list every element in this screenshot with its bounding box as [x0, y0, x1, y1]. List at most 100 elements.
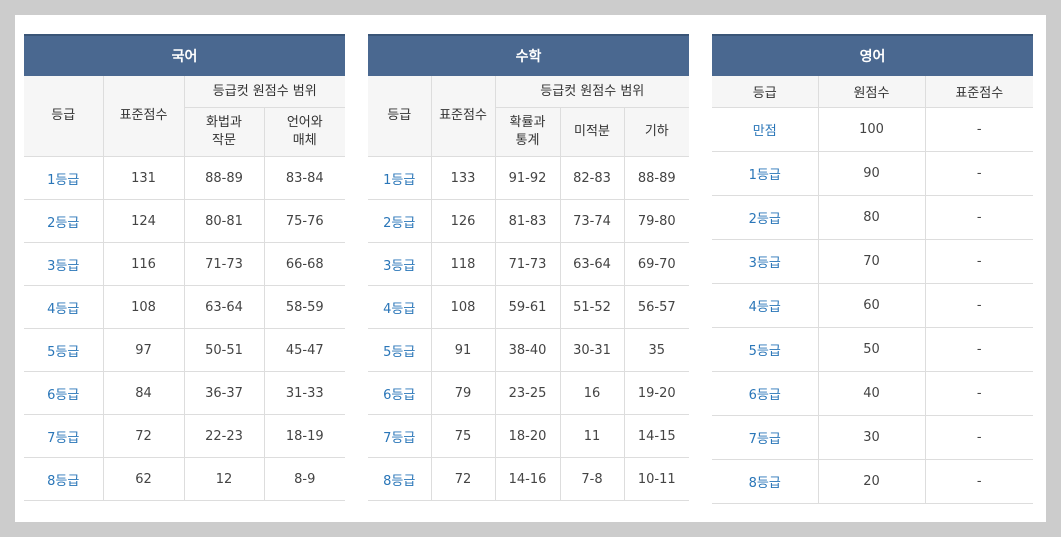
english-grade-link[interactable]: 1등급 [749, 168, 781, 183]
english-grade-link[interactable]: 3등급 [749, 256, 781, 271]
math-c-cell: 88-89 [623, 156, 690, 200]
english-raw-cell: 100 [817, 107, 925, 152]
english-grade-link[interactable]: 6등급 [749, 388, 781, 403]
english-std-cell: - [924, 151, 1034, 196]
korean-table-row: 4등급 108 63-64 58-59 [24, 285, 346, 329]
korean-grade-cell: 3등급 [24, 242, 103, 286]
korean-std-cell: 116 [102, 242, 184, 286]
math-table-row: 8등급 72 14-16 7-8 10-11 [368, 457, 690, 501]
english-std-cell: - [924, 195, 1034, 240]
math-table-row: 4등급 108 59-61 51-52 56-57 [368, 285, 690, 329]
english-raw-cell: 80 [817, 195, 925, 240]
english-raw-cell: 20 [817, 459, 925, 504]
korean-table-row: 5등급 97 50-51 45-47 [24, 328, 346, 372]
english-title: 영어 [712, 34, 1034, 76]
math-grade-link[interactable]: 4등급 [383, 302, 415, 317]
english-table-row: 4등급 60- [712, 283, 1034, 328]
korean-grade-link[interactable]: 5등급 [47, 345, 79, 360]
math-table-row: 3등급 118 71-73 63-64 69-70 [368, 242, 690, 286]
math-c-cell: 10-11 [623, 457, 690, 501]
korean-std-cell: 84 [102, 371, 184, 415]
korean-grade-link[interactable]: 1등급 [47, 173, 79, 188]
korean-a-cell: 88-89 [183, 156, 264, 200]
korean-grade-link[interactable]: 2등급 [47, 216, 79, 231]
korean-b-cell: 66-68 [263, 242, 346, 286]
korean-a-cell: 36-37 [183, 371, 264, 415]
english-grade-cell: 7등급 [712, 415, 818, 460]
math-sub-geometry: 기하 [623, 107, 690, 157]
korean-grade-link[interactable]: 4등급 [47, 302, 79, 317]
english-grade-cell: 4등급 [712, 283, 818, 328]
math-table-row: 7등급 75 18-20 11 14-15 [368, 414, 690, 458]
english-grade-cell: 6등급 [712, 371, 818, 416]
math-a-cell: 81-83 [494, 199, 560, 243]
math-a-cell: 38-40 [494, 328, 560, 372]
math-b-cell: 73-74 [559, 199, 624, 243]
math-c-cell: 19-20 [623, 371, 690, 415]
math-grade-cell: 3등급 [368, 242, 431, 286]
math-a-cell: 71-73 [494, 242, 560, 286]
korean-b-cell: 31-33 [263, 371, 346, 415]
korean-b-cell: 45-47 [263, 328, 346, 372]
english-grade-link[interactable]: 4등급 [749, 300, 781, 315]
english-std-cell: - [924, 459, 1034, 504]
math-grade-link[interactable]: 2등급 [383, 216, 415, 231]
korean-grade-cell: 5등급 [24, 328, 103, 372]
content-panel: 국어 등급 표준점수 등급컷 원점수 범위 화법과 작문 언어와 매체 1등급 1… [15, 15, 1046, 522]
english-grade-cell: 1등급 [712, 151, 818, 196]
korean-grade-link[interactable]: 6등급 [47, 388, 79, 403]
math-grade-cell: 1등급 [368, 156, 431, 200]
korean-col-cutoff: 등급컷 원점수 범위 [183, 76, 346, 108]
korean-b-cell: 18-19 [263, 414, 346, 458]
korean-std-cell: 131 [102, 156, 184, 200]
math-std-cell: 133 [430, 156, 495, 200]
korean-table-row: 7등급 72 22-23 18-19 [24, 414, 346, 458]
english-grade-link[interactable]: 2등급 [749, 212, 781, 227]
english-grade-link[interactable]: 7등급 [749, 432, 781, 447]
korean-grade-link[interactable]: 3등급 [47, 259, 79, 274]
math-std-cell: 79 [430, 371, 495, 415]
math-grade-cell: 8등급 [368, 457, 431, 501]
english-grade-link[interactable]: 만점 [753, 124, 777, 139]
english-grade-link[interactable]: 5등급 [749, 344, 781, 359]
korean-std-cell: 72 [102, 414, 184, 458]
math-grade-cell: 6등급 [368, 371, 431, 415]
math-a-cell: 59-61 [494, 285, 560, 329]
math-col-standard: 표준점수 [430, 76, 495, 157]
korean-grade-cell: 1등급 [24, 156, 103, 200]
math-std-cell: 108 [430, 285, 495, 329]
english-std-cell: - [924, 283, 1034, 328]
korean-b-cell: 83-84 [263, 156, 346, 200]
korean-std-cell: 97 [102, 328, 184, 372]
korean-grade-link[interactable]: 7등급 [47, 431, 79, 446]
math-grade-link[interactable]: 8등급 [383, 474, 415, 489]
english-raw-cell: 90 [817, 151, 925, 196]
math-grade-table: 수학 등급 표준점수 등급컷 원점수 범위 확률과 통계 미적분 기하 1등급 1… [368, 34, 690, 501]
math-grade-link[interactable]: 5등급 [383, 345, 415, 360]
korean-table-row: 1등급 131 88-89 83-84 [24, 156, 346, 200]
english-table-row: 5등급 50- [712, 327, 1034, 372]
korean-b-cell: 8-9 [263, 457, 346, 501]
math-table-row: 1등급 133 91-92 82-83 88-89 [368, 156, 690, 200]
math-c-cell: 35 [623, 328, 690, 372]
math-std-cell: 72 [430, 457, 495, 501]
math-table-row: 6등급 79 23-25 16 19-20 [368, 371, 690, 415]
math-grade-link[interactable]: 3등급 [383, 259, 415, 274]
math-a-cell: 23-25 [494, 371, 560, 415]
math-a-cell: 18-20 [494, 414, 560, 458]
english-raw-cell: 70 [817, 239, 925, 284]
math-grade-link[interactable]: 6등급 [383, 388, 415, 403]
math-col-grade: 등급 [368, 76, 431, 157]
math-grade-link[interactable]: 7등급 [383, 431, 415, 446]
english-grade-cell: 8등급 [712, 459, 818, 504]
english-std-cell: - [924, 239, 1034, 284]
math-grade-link[interactable]: 1등급 [383, 173, 415, 188]
korean-sub-speech-writing: 화법과 작문 [183, 107, 264, 157]
math-b-cell: 51-52 [559, 285, 624, 329]
english-grade-cell: 2등급 [712, 195, 818, 240]
english-grade-cell: 만점 [712, 107, 818, 152]
korean-grade-link[interactable]: 8등급 [47, 474, 79, 489]
math-title: 수학 [368, 34, 690, 76]
english-grade-link[interactable]: 8등급 [749, 476, 781, 491]
math-table-row: 5등급 91 38-40 30-31 35 [368, 328, 690, 372]
